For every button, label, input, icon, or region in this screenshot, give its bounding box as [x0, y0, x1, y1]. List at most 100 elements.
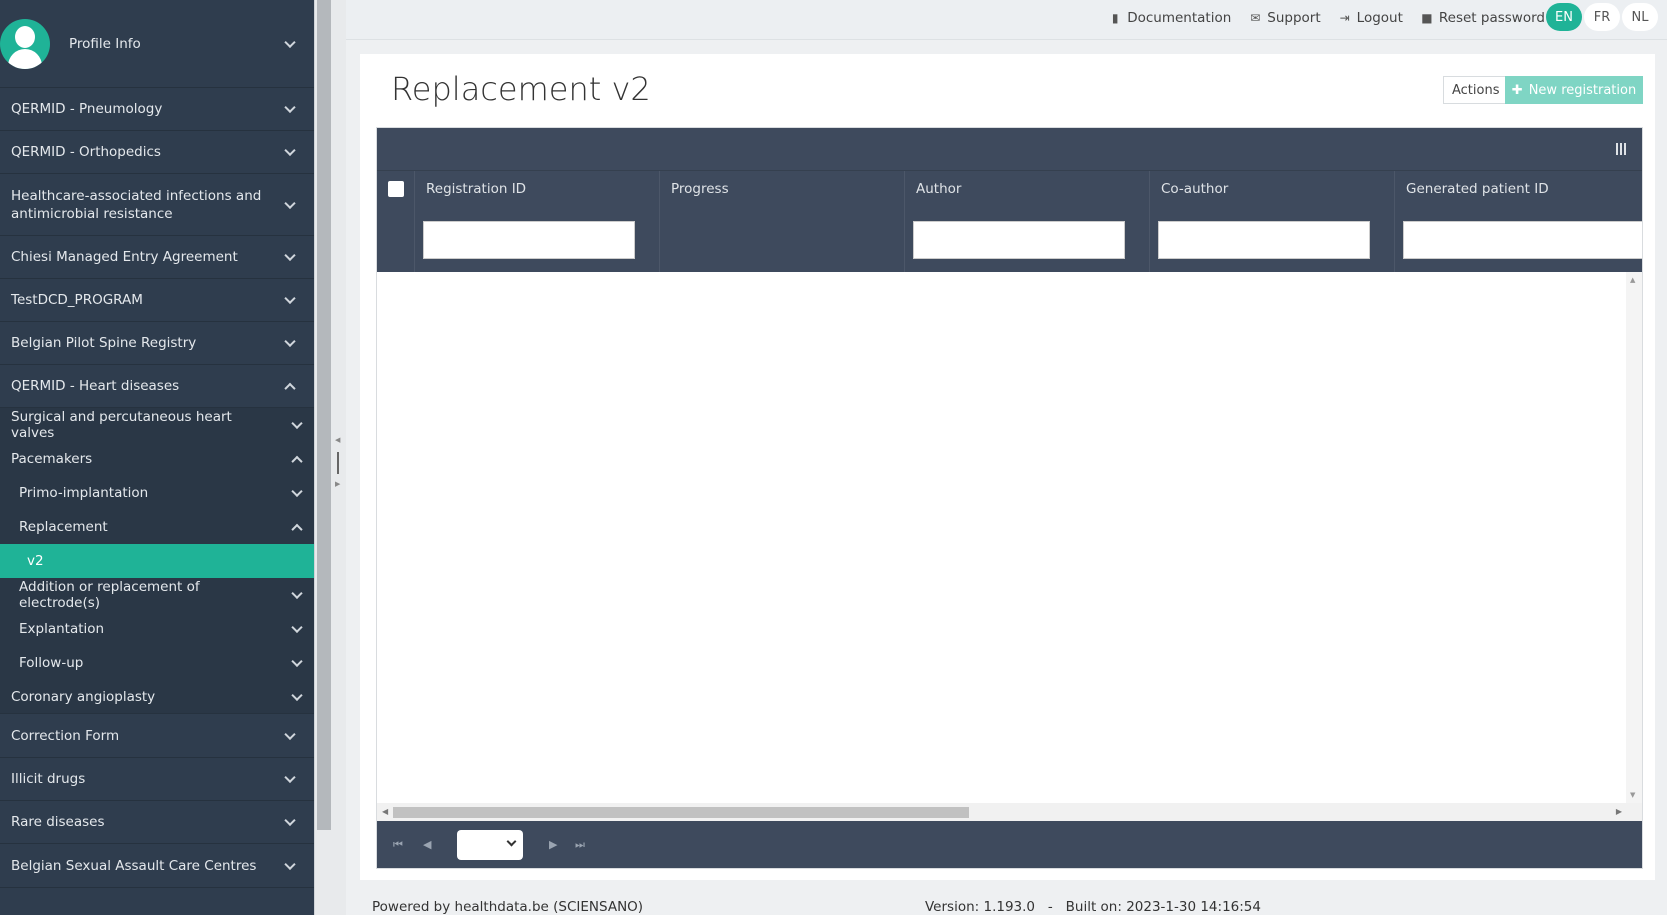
sidebar-item-illicit-drugs[interactable]: Illicit drugs	[0, 758, 314, 801]
sidebar-item-primo-implantation[interactable]: Primo-implantation	[0, 476, 314, 510]
sidebar-item-label: Addition or replacement of electrode(s)	[19, 579, 200, 611]
sidebar-item-correction-form[interactable]: Correction Form	[0, 714, 314, 758]
sidebar-item-replacement[interactable]: Replacement	[0, 510, 314, 544]
sidebar-item-label: Pacemakers	[11, 451, 93, 467]
vertical-scrollbar[interactable]: ▲ ▼	[1626, 272, 1642, 803]
select-all-cell	[377, 171, 415, 207]
sidebar-item-label: Coronary angioplasty	[11, 688, 156, 705]
expand-right-icon[interactable]: ▶	[335, 480, 340, 488]
sidebar-item-healthcare-infections[interactable]: Healthcare-associated infections and ant…	[0, 174, 314, 236]
filter-cell-empty	[377, 207, 415, 272]
sidebar-item-label: QERMID - Pneumology	[11, 101, 163, 117]
registrations-grid: Registration ID Progress Author Co-autho…	[376, 127, 1643, 869]
filter-co-author-input[interactable]	[1158, 220, 1370, 259]
version-text: Version: 1.193.0 - Built on: 2023-1-30 1…	[925, 899, 1261, 915]
chevron-down-icon	[284, 101, 296, 114]
select-all-checkbox[interactable]	[388, 181, 404, 197]
first-page-icon[interactable]: ⏮	[393, 838, 403, 852]
scroll-up-icon[interactable]: ▲	[1630, 276, 1635, 284]
column-header-co-author[interactable]: Co-author	[1150, 171, 1395, 207]
chevron-up-icon	[291, 523, 303, 536]
sidebar-item-qermid-pneumology[interactable]: QERMID - Pneumology	[0, 88, 314, 131]
chevron-down-icon	[284, 144, 296, 157]
chevron-up-icon	[284, 382, 296, 395]
sidebar-item-label: Replacement	[19, 519, 108, 535]
collapse-left-icon[interactable]: ◀	[335, 436, 340, 444]
scroll-left-icon[interactable]: ◀	[382, 807, 388, 816]
new-registration-button[interactable]: ✚ New registration	[1505, 76, 1643, 104]
logout-label: Logout	[1356, 10, 1403, 26]
column-header-progress[interactable]: Progress	[660, 171, 905, 207]
sidebar-item-label: Rare diseases	[11, 814, 105, 830]
support-link[interactable]: ✉ Support	[1249, 10, 1320, 26]
scroll-down-icon[interactable]: ▼	[1630, 791, 1635, 799]
lang-nl-button[interactable]: NL	[1622, 3, 1658, 31]
logout-icon: ⇥	[1339, 11, 1350, 25]
filter-cell	[1395, 207, 1642, 272]
scroll-right-icon[interactable]: ▶	[1616, 807, 1622, 816]
sidebar-splitter[interactable]: ◀ ▶	[314, 0, 346, 915]
book-icon: ▮	[1111, 11, 1119, 25]
plus-icon: ✚	[1511, 82, 1523, 98]
page-select[interactable]	[457, 830, 523, 860]
reset-password-label: Reset password	[1438, 10, 1545, 26]
sidebar-item-pacemakers[interactable]: Pacemakers	[0, 442, 314, 476]
sidebar-item-qermid-orthopedics[interactable]: QERMID - Orthopedics	[0, 131, 314, 174]
sidebar-item-label: Correction Form	[11, 727, 120, 744]
filter-patient-id-input[interactable]	[1403, 220, 1642, 259]
filter-cell	[1150, 207, 1395, 272]
profile-info-label: Profile Info	[69, 35, 141, 52]
grid-body: ▲ ▼ ◀ ▶	[377, 272, 1642, 821]
sidebar-item-label: Illicit drugs	[11, 771, 86, 787]
last-page-icon[interactable]: ⏭	[575, 838, 585, 852]
sidebar-item-label: Follow-up	[19, 655, 84, 671]
sidebar-item-sexual-assault-centres[interactable]: Belgian Sexual Assault Care Centres	[0, 844, 314, 888]
chevron-down-icon	[284, 858, 296, 870]
chevron-down-icon	[291, 485, 303, 498]
sidebar-item-rare-diseases[interactable]: Rare diseases	[0, 801, 314, 844]
previous-page-icon[interactable]: ◀	[423, 838, 431, 851]
horizontal-scrollbar[interactable]: ◀ ▶	[377, 803, 1642, 821]
sidebar-item-label: Belgian Pilot Spine Registry	[11, 335, 197, 351]
sidebar-item-label: Primo-implantation	[19, 485, 149, 501]
chevron-down-icon	[291, 655, 303, 668]
next-page-icon[interactable]: ▶	[549, 838, 557, 851]
chevron-down-icon	[291, 621, 303, 634]
grid-filter-row	[377, 207, 1642, 272]
page-title: Replacement v2	[391, 70, 651, 108]
logout-link[interactable]: ⇥ Logout	[1339, 10, 1403, 26]
sidebar-item-spine-registry[interactable]: Belgian Pilot Spine Registry	[0, 322, 314, 365]
profile-info-toggle[interactable]: Profile Info	[0, 0, 314, 88]
chevron-down-icon	[284, 771, 296, 784]
reset-password-link[interactable]: ■ Reset password	[1421, 10, 1545, 26]
sidebar-item-explantation[interactable]: Explantation	[0, 612, 314, 646]
chevron-down-icon	[506, 836, 517, 847]
horizontal-scroll-thumb[interactable]	[393, 807, 969, 818]
documentation-link[interactable]: ▮ Documentation	[1109, 10, 1231, 26]
sidebar-item-electrodes[interactable]: Addition or replacement of electrode(s)	[0, 578, 314, 612]
column-header-generated-patient-id[interactable]: Generated patient ID	[1395, 171, 1642, 207]
sidebar-item-testdcd[interactable]: TestDCD_PROGRAM	[0, 279, 314, 322]
sidebar-item-v2[interactable]: v2	[0, 544, 314, 578]
sidebar-scrollbar[interactable]	[317, 0, 331, 830]
sidebar-item-coronary-angioplasty[interactable]: Coronary angioplasty	[0, 680, 314, 714]
filter-registration-id-input[interactable]	[423, 220, 635, 259]
lang-fr-button[interactable]: FR	[1584, 3, 1620, 31]
lock-icon: ■	[1421, 11, 1433, 25]
columns-icon[interactable]	[1616, 143, 1628, 155]
chevron-down-icon	[284, 335, 296, 348]
sidebar-item-label: Belgian Sexual Assault Care Centres	[11, 857, 257, 874]
filter-author-input[interactable]	[913, 220, 1125, 259]
powered-by-text: Powered by healthdata.be (SCIENSANO)	[372, 899, 644, 915]
lang-en-button[interactable]: EN	[1546, 3, 1582, 31]
sidebar-item-heart-valves[interactable]: Surgical and percutaneous heart valves	[0, 408, 314, 442]
sidebar-item-chiesi[interactable]: Chiesi Managed Entry Agreement	[0, 236, 314, 279]
actions-button[interactable]: Actions	[1443, 76, 1509, 104]
column-header-registration-id[interactable]: Registration ID	[415, 171, 660, 207]
chevron-down-icon	[291, 587, 303, 600]
column-header-author[interactable]: Author	[905, 171, 1150, 207]
sidebar-item-follow-up[interactable]: Follow-up	[0, 646, 314, 680]
chevron-down-icon	[284, 36, 296, 48]
splitter-handle[interactable]	[337, 452, 339, 474]
sidebar-item-heart-diseases[interactable]: QERMID - Heart diseases	[0, 365, 314, 408]
